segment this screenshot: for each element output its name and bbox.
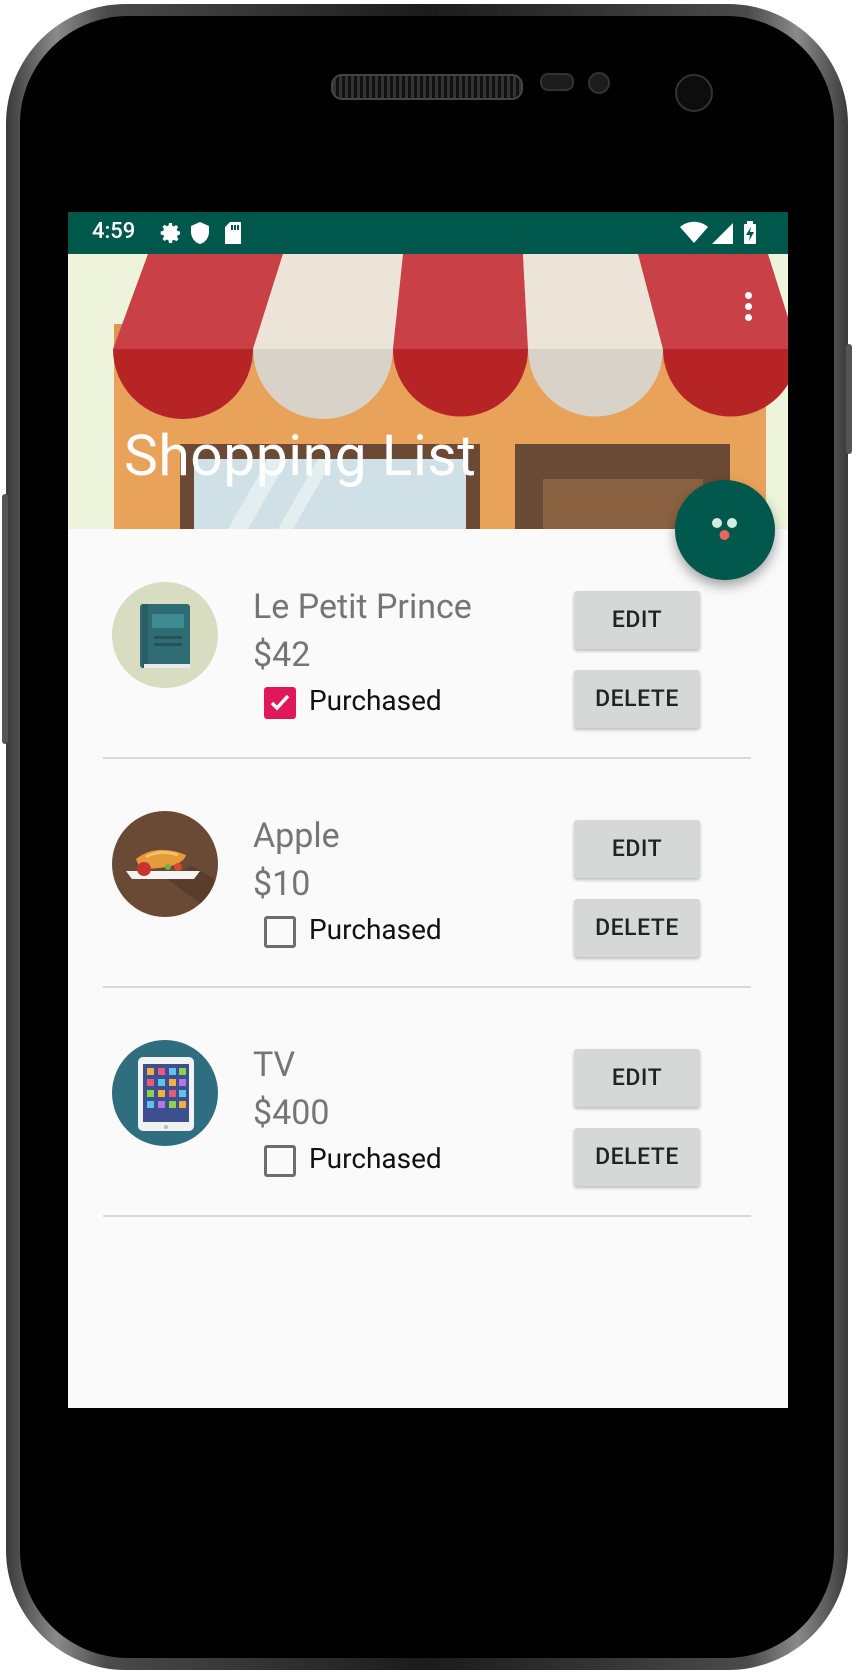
food-icon xyxy=(112,811,218,917)
shield-icon xyxy=(191,222,209,244)
edit-button[interactable]: EDIT xyxy=(574,591,700,649)
front-camera xyxy=(675,74,713,112)
item-name: Le Petit Prince xyxy=(253,587,472,627)
sd-card-icon xyxy=(225,222,241,244)
edit-button[interactable]: EDIT xyxy=(574,1049,700,1107)
purchased-checkbox[interactable] xyxy=(264,916,296,948)
light-sensor xyxy=(588,72,610,94)
list-item: Le Petit Prince $42 Purchased EDIT DELET… xyxy=(68,529,788,759)
item-price: $400 xyxy=(253,1093,330,1133)
page-title: Shopping List xyxy=(124,422,477,489)
proximity-sensor xyxy=(540,73,574,91)
item-name: Apple xyxy=(253,816,340,856)
delete-button[interactable]: DELETE xyxy=(574,1128,700,1186)
power-button xyxy=(846,344,852,454)
tablet-icon xyxy=(112,1040,218,1146)
delete-button[interactable]: DELETE xyxy=(574,670,700,728)
item-price: $10 xyxy=(253,864,311,904)
earpiece-speaker xyxy=(331,74,523,100)
delete-button[interactable]: DELETE xyxy=(574,899,700,957)
purchased-label: Purchased xyxy=(309,913,442,946)
more-vert-icon[interactable] xyxy=(736,288,760,328)
status-time: 4:59 xyxy=(92,219,136,244)
divider xyxy=(103,1215,751,1217)
status-bar: 4:59 xyxy=(68,212,788,254)
battery-charging-icon xyxy=(744,221,756,244)
book-icon xyxy=(112,582,218,688)
purchased-label: Purchased xyxy=(309,1142,442,1175)
item-name: TV xyxy=(253,1045,296,1085)
item-price: $42 xyxy=(253,635,311,675)
list-item: Apple $10 Purchased EDIT DELETE xyxy=(68,758,788,988)
signal-icon xyxy=(712,223,733,244)
gear-icon xyxy=(160,223,180,243)
wifi-icon xyxy=(680,221,708,243)
purchased-checkbox[interactable] xyxy=(264,687,296,719)
screen: 4:59 Shopping List Le Petit Prince $42 P… xyxy=(68,212,788,1409)
navigation-bar xyxy=(68,1408,788,1409)
edit-button[interactable]: EDIT xyxy=(574,820,700,878)
purchased-label: Purchased xyxy=(309,684,442,717)
purchased-checkbox[interactable] xyxy=(264,1145,296,1177)
check-icon xyxy=(270,694,290,711)
volume-button xyxy=(2,494,8,744)
list-item: TV $400 Purchased EDIT DELETE xyxy=(68,987,788,1217)
